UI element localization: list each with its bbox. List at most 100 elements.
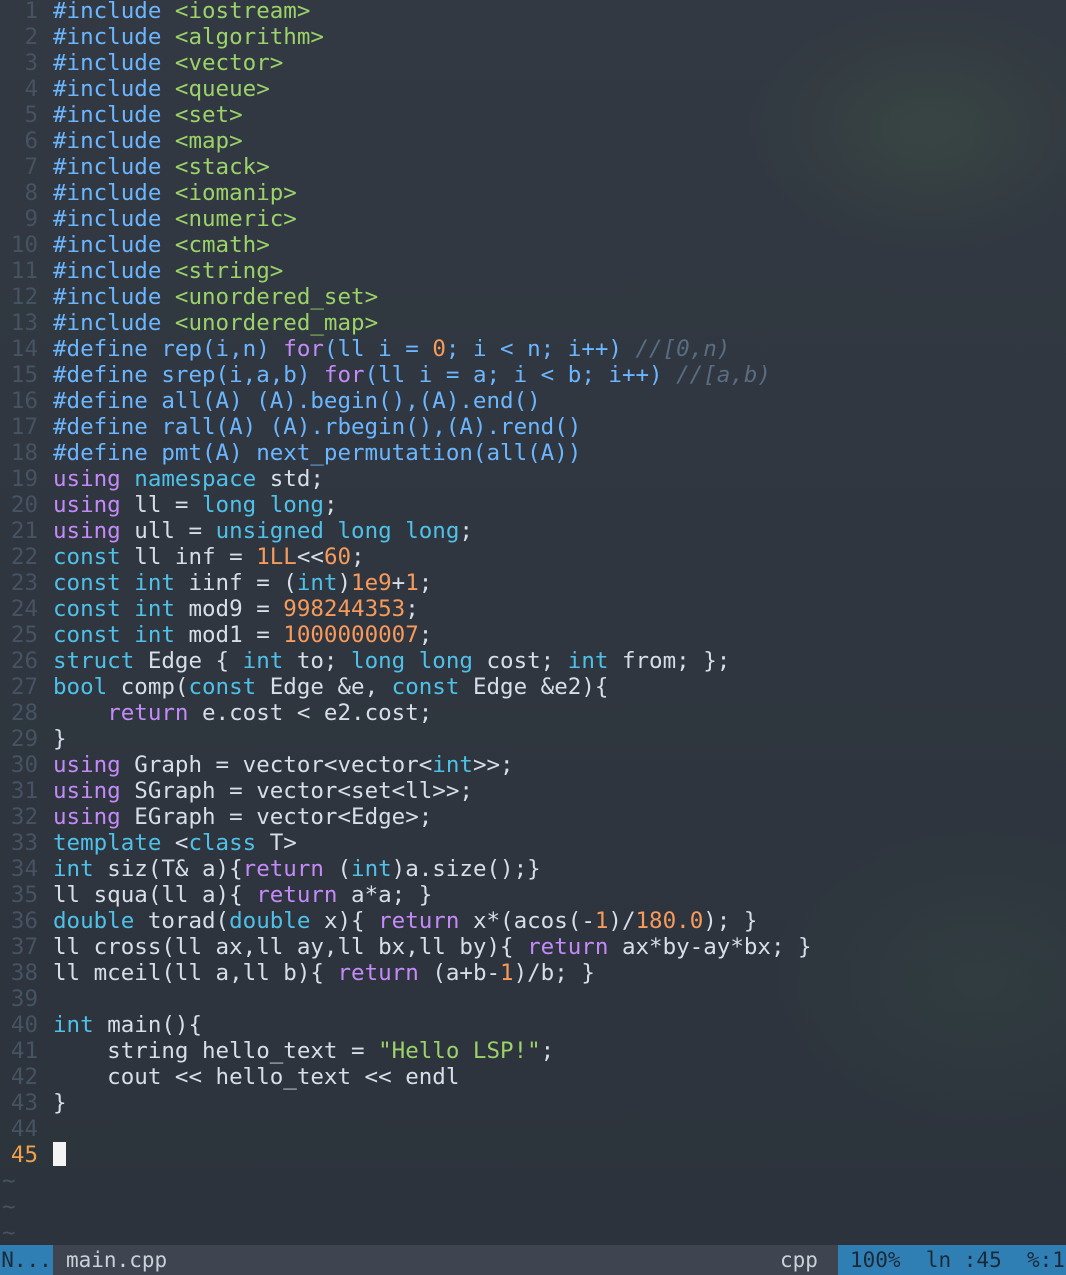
code-line[interactable]: 13 #include <unordered_map> <box>0 310 1066 336</box>
code-line[interactable]: 18 #define pmt(A) next_permutation(all(A)… <box>0 440 1066 466</box>
code-token: ( <box>337 856 352 882</box>
code-line[interactable]: 7 #include <stack> <box>0 154 1066 180</box>
code-line[interactable]: 22 const ll inf = 1LL<<60; <box>0 544 1066 570</box>
code-token: } <box>53 726 67 752</box>
code-token: #include <box>53 102 175 128</box>
code-line[interactable]: 15 #define srep(i,a,b) for(ll i = a; i < … <box>0 362 1066 388</box>
code-token: ) <box>337 570 352 596</box>
code-line[interactable]: 26 struct Edge { int to; long long cost; … <box>0 648 1066 674</box>
line-number: 2 <box>24 24 38 50</box>
code-line[interactable]: 2 #include <algorithm> <box>0 24 1066 50</box>
code-token: #include <box>53 310 175 336</box>
code-line[interactable]: 20 using ll = long long; <box>0 492 1066 518</box>
code-line[interactable]: 9 #include <numeric> <box>0 206 1066 232</box>
code-line[interactable]: 45 <box>0 1141 1066 1168</box>
code-token: cost; <box>486 648 568 674</box>
line-number: 6 <box>24 128 38 154</box>
code-line[interactable]: 29} <box>0 726 1066 752</box>
code-token: <set> <box>174 102 243 128</box>
line-number: 9 <box>24 206 38 232</box>
code-line[interactable]: 43} <box>0 1090 1066 1116</box>
line-number: 35 <box>10 882 38 908</box>
code-line[interactable]: 38 ll mceil(ll a,ll b){ return (a+b-1)/b;… <box>0 960 1066 986</box>
code-text: } <box>53 1090 67 1116</box>
code-token: <map> <box>174 128 243 154</box>
code-line[interactable]: 44 <box>0 1116 1066 1142</box>
line-number: 40 <box>10 1012 38 1038</box>
code-text: #define pmt(A) next_permutation(all(A)) <box>53 440 581 466</box>
code-line[interactable]: 11 #include <string> <box>0 258 1066 284</box>
code-text: #define all(A) (A).begin(),(A).end() <box>53 388 541 414</box>
code-line[interactable]: 8 #include <iomanip> <box>0 180 1066 206</box>
code-token: return <box>242 856 338 882</box>
code-line[interactable]: 10 #include <cmath> <box>0 232 1066 258</box>
code-editor[interactable]: 1 #include <iostream> 2 #include <algorithm… <box>0 0 1066 1246</box>
code-line[interactable]: 40 int main(){ <box>0 1012 1066 1038</box>
code-token: ; <box>323 492 338 518</box>
code-token: int <box>53 856 108 882</box>
code-line[interactable]: 42 cout << hello_text << endl <box>0 1064 1066 1090</box>
code-line[interactable]: 30 using Graph = vector<vector<int>>; <box>0 752 1066 778</box>
code-line[interactable]: 17 #define rall(A) (A).rbegin(),(A).rend(… <box>0 414 1066 440</box>
code-line[interactable]: 1 #include <iostream> <box>0 0 1066 24</box>
code-line[interactable]: 21 using ull = unsigned long long; <box>0 518 1066 544</box>
code-token: x*(acos(- <box>472 908 595 934</box>
code-line[interactable]: 39 <box>0 986 1066 1012</box>
line-number: 16 <box>10 388 38 414</box>
code-text: template <class T> <box>53 830 297 856</box>
code-text: using EGraph = vector<Edge>; <box>53 804 432 830</box>
code-text: #include <stack> <box>53 154 270 180</box>
line-number: 8 <box>24 180 38 206</box>
code-token: EGraph = vector<Edge>; <box>134 804 433 830</box>
code-line[interactable]: 37 ll cross(ll ax,ll ay,ll bx,ll by){ ret… <box>0 934 1066 960</box>
code-line[interactable]: 33 template <class T> <box>0 830 1066 856</box>
code-line[interactable]: 31 using SGraph = vector<set<ll>>; <box>0 778 1066 804</box>
code-text: using ull = unsigned long long; <box>53 518 473 544</box>
code-line[interactable]: 36 double torad(double x){ return x*(acos… <box>0 908 1066 934</box>
code-token: 1 <box>594 908 609 934</box>
code-text: string hello_text = "Hello LSP!"; <box>53 1038 554 1064</box>
code-token: using <box>53 804 135 830</box>
code-token: #define rall(A) (A).rbegin(),(A).rend() <box>53 414 582 440</box>
code-token: #include <box>53 154 175 180</box>
code-text: #include <unordered_set> <box>53 284 378 310</box>
line-number: 31 <box>10 778 38 804</box>
code-text: using ll = long long; <box>53 492 337 518</box>
code-line[interactable]: 35 ll squa(ll a){ return a*a; } <box>0 882 1066 908</box>
code-token: int <box>432 752 473 778</box>
line-number: 7 <box>24 154 38 180</box>
code-token: ; <box>540 1038 555 1064</box>
code-token: } <box>53 1090 67 1116</box>
line-number: 28 <box>10 700 38 726</box>
code-text: #define srep(i,a,b) for(ll i = a; i < b;… <box>53 362 771 388</box>
code-token: Edge &e, <box>269 674 392 700</box>
code-text: #include <algorithm> <box>53 24 324 50</box>
code-token: (ll i = <box>323 336 433 362</box>
code-line[interactable]: 19 using namespace std; <box>0 466 1066 492</box>
code-line[interactable]: 23 const int iinf = (int)1e9+1; <box>0 570 1066 596</box>
code-line[interactable]: 16 #define all(A) (A).begin(),(A).end() <box>0 388 1066 414</box>
code-token: Edge { <box>147 648 243 674</box>
code-line[interactable]: 32 using EGraph = vector<Edge>; <box>0 804 1066 830</box>
code-line[interactable]: 14 #define rep(i,n) for(ll i = 0; i < n; … <box>0 336 1066 362</box>
line-number: 44 <box>10 1116 38 1142</box>
code-token: bool <box>53 674 121 700</box>
code-text: #include <cmath> <box>53 232 270 258</box>
code-text: #define rep(i,n) for(ll i = 0; i < n; i+… <box>53 336 730 362</box>
code-line[interactable]: 28 return e.cost < e2.cost; <box>0 700 1066 726</box>
code-line[interactable]: 27 bool comp(const Edge &e, const Edge &e… <box>0 674 1066 700</box>
line-number: 37 <box>10 934 38 960</box>
code-line[interactable]: 25 const int mod1 = 1000000007; <box>0 622 1066 648</box>
code-line[interactable]: 3 #include <vector> <box>0 50 1066 76</box>
code-token: return <box>378 908 473 934</box>
code-line[interactable]: 6 #include <map> <box>0 128 1066 154</box>
code-line[interactable]: 24 const int mod9 = 998244353; <box>0 596 1066 622</box>
code-line[interactable]: 12 #include <unordered_set> <box>0 284 1066 310</box>
line-number: 14 <box>10 336 38 362</box>
code-line[interactable]: 34 int siz(T& a){return (int)a.size();} <box>0 856 1066 882</box>
code-token: iinf = ( <box>188 570 297 596</box>
code-line[interactable]: 5 #include <set> <box>0 102 1066 128</box>
code-line[interactable]: 41 string hello_text = "Hello LSP!"; <box>0 1038 1066 1064</box>
code-line[interactable]: 4 #include <queue> <box>0 76 1066 102</box>
code-text: const int mod9 = 998244353; <box>53 596 419 622</box>
